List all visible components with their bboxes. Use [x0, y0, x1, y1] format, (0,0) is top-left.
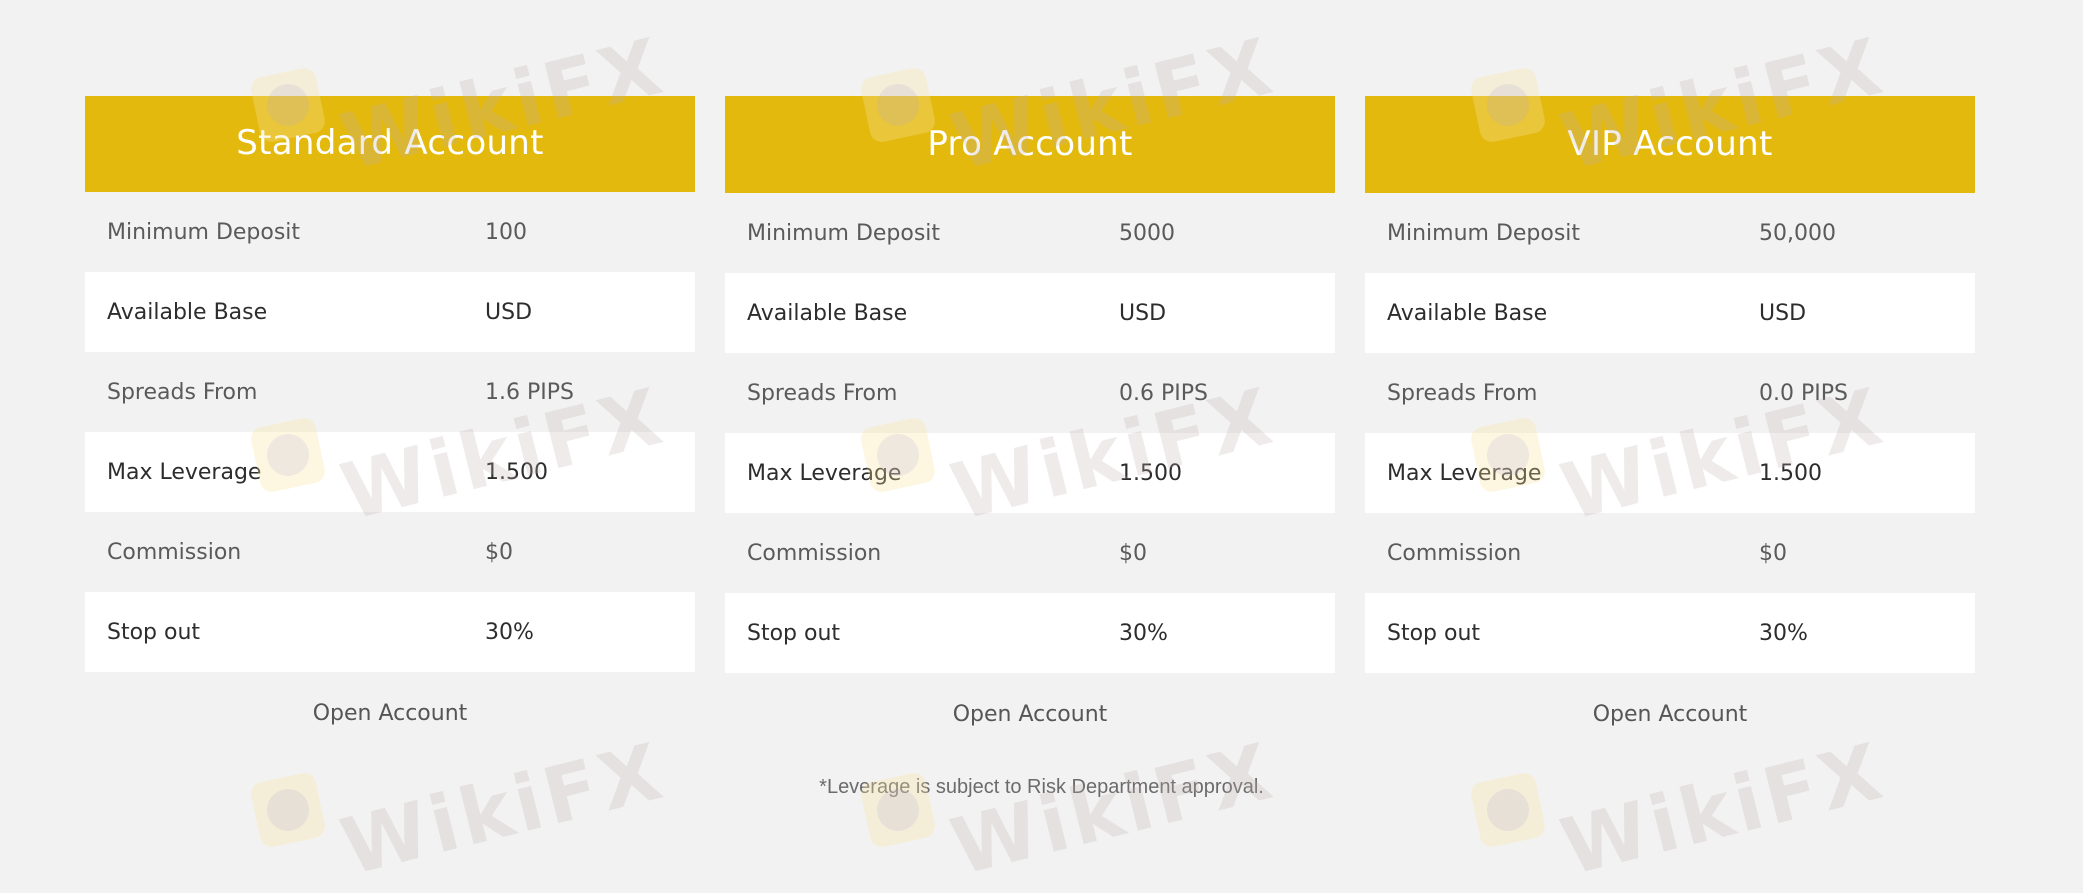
row-max-leverage: Max Leverage 1.500: [1365, 433, 1975, 513]
row-value: 1.500: [1119, 460, 1182, 486]
row-value: USD: [1759, 300, 1807, 326]
row-stop-out: Stop out 30%: [85, 592, 695, 672]
open-account-button[interactable]: Open Account: [1365, 673, 1975, 755]
card-header: VIP Account: [1365, 96, 1975, 193]
row-value: 30%: [1759, 620, 1808, 646]
row-value: $0: [485, 539, 513, 565]
row-max-leverage: Max Leverage 1.500: [725, 433, 1335, 513]
open-account-button[interactable]: Open Account: [85, 672, 695, 754]
row-value: 100: [485, 219, 527, 245]
leverage-footnote: *Leverage is subject to Risk Department …: [819, 776, 1264, 798]
row-value: $0: [1119, 540, 1147, 566]
card-title: Pro Account: [927, 123, 1133, 164]
row-stop-out: Stop out 30%: [725, 593, 1335, 673]
row-value: USD: [1119, 300, 1167, 326]
row-label: Max Leverage: [107, 459, 262, 485]
row-spreads-from: Spreads From 0.6 PIPS: [725, 353, 1335, 433]
row-minimum-deposit: Minimum Deposit 50,000: [1365, 193, 1975, 273]
row-spreads-from: Spreads From 1.6 PIPS: [85, 352, 695, 432]
row-commission: Commission $0: [725, 513, 1335, 593]
row-value: USD: [485, 299, 533, 325]
row-value: $0: [1759, 540, 1787, 566]
row-max-leverage: Max Leverage 1.500: [85, 432, 695, 512]
row-available-base: Available Base USD: [85, 272, 695, 352]
row-label: Stop out: [107, 619, 201, 645]
row-label: Spreads From: [107, 379, 258, 405]
row-value: 30%: [485, 619, 534, 645]
row-label: Available Base: [107, 299, 268, 325]
card-title: Standard Account: [236, 123, 544, 163]
row-value: 1.500: [485, 459, 548, 485]
row-value: 30%: [1119, 620, 1168, 646]
row-label: Commission: [107, 539, 242, 565]
row-label: Available Base: [1387, 300, 1548, 326]
row-minimum-deposit: Minimum Deposit 5000: [725, 193, 1335, 273]
row-value: 50,000: [1759, 220, 1836, 246]
row-minimum-deposit: Minimum Deposit 100: [85, 192, 695, 272]
account-card-standard: Standard Account Minimum Deposit 100 Ava…: [85, 96, 695, 754]
row-value: 0.0 PIPS: [1759, 380, 1848, 406]
account-card-pro: Pro Account Minimum Deposit 5000 Availab…: [725, 96, 1335, 755]
row-label: Max Leverage: [747, 460, 902, 486]
row-label: Available Base: [747, 300, 908, 326]
account-card-vip: VIP Account Minimum Deposit 50,000 Avail…: [1365, 96, 1975, 755]
row-label: Minimum Deposit: [107, 219, 301, 245]
card-title: VIP Account: [1567, 123, 1773, 164]
row-stop-out: Stop out 30%: [1365, 593, 1975, 673]
row-commission: Commission $0: [85, 512, 695, 592]
row-label: Stop out: [747, 620, 841, 646]
row-value: 5000: [1119, 220, 1175, 246]
row-spreads-from: Spreads From 0.0 PIPS: [1365, 353, 1975, 433]
row-label: Max Leverage: [1387, 460, 1542, 486]
row-label: Stop out: [1387, 620, 1481, 646]
row-label: Spreads From: [1387, 380, 1538, 406]
card-header: Standard Account: [85, 96, 695, 192]
row-label: Spreads From: [747, 380, 898, 406]
row-value: 1.6 PIPS: [485, 379, 574, 405]
row-label: Commission: [747, 540, 882, 566]
row-value: 1.500: [1759, 460, 1822, 486]
row-label: Commission: [1387, 540, 1522, 566]
row-value: 0.6 PIPS: [1119, 380, 1208, 406]
row-label: Minimum Deposit: [747, 220, 941, 246]
card-header: Pro Account: [725, 96, 1335, 193]
open-account-button[interactable]: Open Account: [725, 673, 1335, 755]
row-label: Minimum Deposit: [1387, 220, 1581, 246]
row-available-base: Available Base USD: [725, 273, 1335, 353]
row-commission: Commission $0: [1365, 513, 1975, 593]
row-available-base: Available Base USD: [1365, 273, 1975, 353]
